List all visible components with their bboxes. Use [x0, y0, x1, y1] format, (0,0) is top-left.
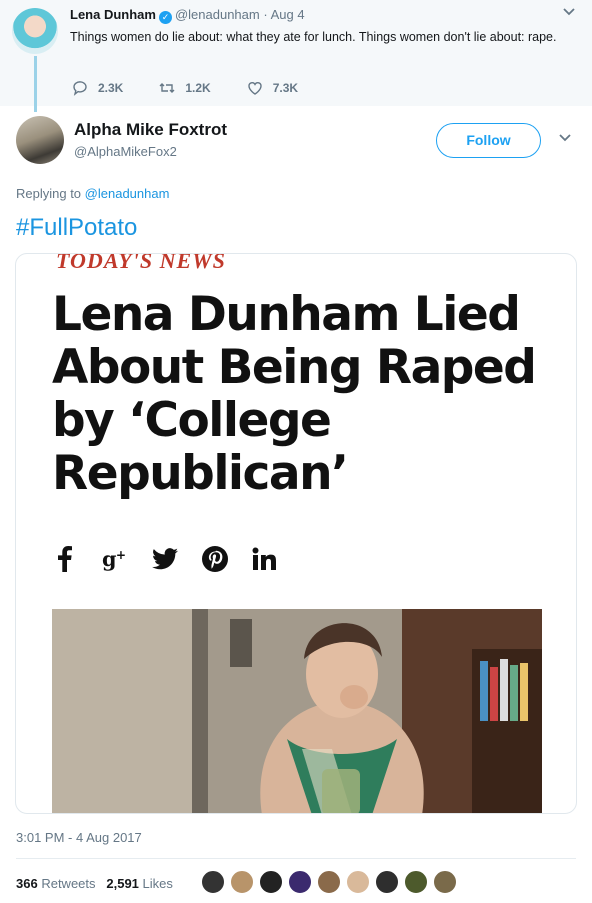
like-button[interactable]: 7.3K [247, 80, 298, 96]
liker-avatar[interactable] [317, 870, 341, 894]
facebook-icon [52, 546, 78, 572]
liker-avatar[interactable] [346, 870, 370, 894]
reply-icon [73, 81, 87, 96]
more-options-chevron-icon[interactable] [558, 132, 572, 146]
replying-prefix: Replying to [16, 186, 82, 201]
chevron-down-icon[interactable] [562, 6, 576, 20]
retweets-label[interactable]: Retweets [41, 876, 95, 891]
retweet-icon [159, 83, 175, 93]
parent-tweet-actions: 2.3K 1.2K 7.3K [72, 80, 334, 96]
parent-author-name[interactable]: Lena Dunham [70, 7, 156, 22]
follow-button[interactable]: Follow [436, 123, 541, 158]
google-plus-icon: g + [102, 546, 128, 572]
share-icons: g + [52, 546, 302, 572]
svg-text:g: g [102, 546, 117, 571]
liker-avatar[interactable] [404, 870, 428, 894]
retweet-button[interactable]: 1.2K [159, 80, 211, 96]
heart-icon [248, 82, 262, 95]
tweet-timestamp[interactable]: 3:01 PM - 4 Aug 2017 [16, 830, 142, 845]
liker-avatar[interactable] [259, 870, 283, 894]
linkedin-icon [252, 546, 278, 572]
divider [16, 858, 576, 859]
author-avatar[interactable] [16, 116, 64, 164]
reply-count: 2.3K [98, 81, 124, 95]
media-card[interactable]: TODAY'S NEWS Lena Dunham Lied About Bein… [15, 253, 577, 814]
parent-tweet[interactable]: Lena Dunham ✓ @lenadunham · Aug 4 Things w… [0, 0, 592, 106]
retweet-total[interactable]: 366 [16, 876, 38, 891]
publication-logo: TODAY'S NEWS [56, 253, 226, 273]
parent-author-handle[interactable]: @lenadunham [175, 7, 260, 22]
like-total[interactable]: 2,591 [106, 876, 139, 891]
like-count: 7.3K [272, 81, 299, 95]
parent-tweet-text: Things women do lie about: what they ate… [70, 30, 557, 44]
tweet-stats: 366 Retweets 2,591 Likes [16, 876, 173, 891]
replying-to-link[interactable]: @lenadunham [85, 186, 170, 201]
parent-tweet-header: Lena Dunham ✓ @lenadunham · Aug 4 [70, 7, 305, 24]
liker-avatars [201, 870, 462, 894]
author-name[interactable]: Alpha Mike Foxtrot [74, 120, 227, 140]
author-handle[interactable]: @AlphaMikeFox2 [74, 144, 177, 159]
article-photo [52, 609, 542, 813]
liker-avatar[interactable] [201, 870, 225, 894]
likes-label[interactable]: Likes [143, 876, 173, 891]
liker-avatar[interactable] [230, 870, 254, 894]
retweet-count: 1.2K [185, 81, 211, 95]
verified-badge-icon: ✓ [158, 11, 172, 24]
thread-line [34, 56, 37, 112]
hashtag-link[interactable]: #FullPotato [16, 214, 137, 242]
pinterest-icon [202, 546, 228, 572]
reply-button[interactable]: 2.3K [72, 80, 123, 96]
parent-avatar[interactable] [12, 8, 58, 54]
replying-to: Replying to @lenadunham [16, 186, 169, 201]
liker-avatar[interactable] [433, 870, 457, 894]
liker-avatar[interactable] [375, 870, 399, 894]
liker-avatar[interactable] [288, 870, 312, 894]
svg-text:+: + [116, 548, 126, 562]
parent-tweet-date[interactable]: Aug 4 [271, 7, 305, 22]
twitter-icon [152, 546, 178, 572]
article-headline: Lena Dunham Lied About Being Raped by ‘C… [52, 287, 537, 501]
